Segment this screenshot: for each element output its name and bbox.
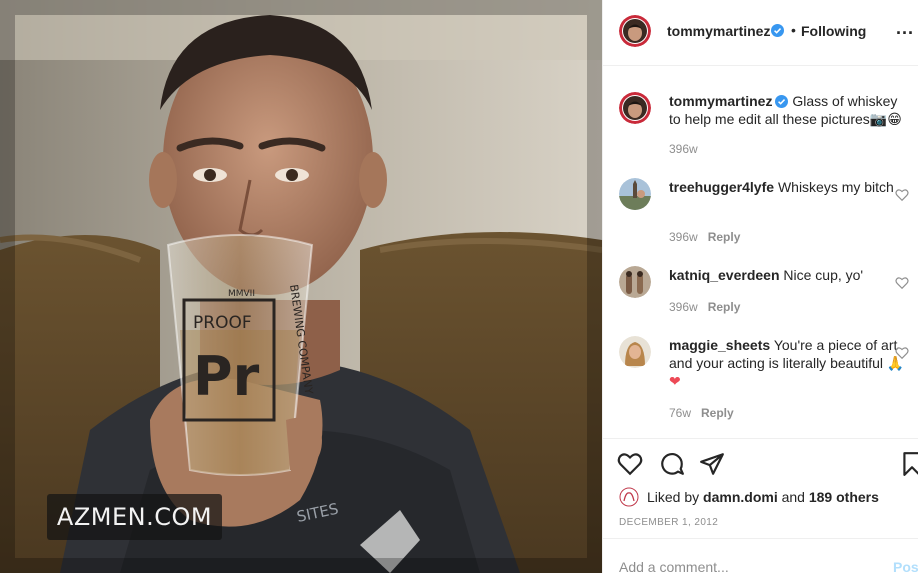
likes-summary: Liked by damn.domi and 189 others [619, 487, 879, 507]
liked-by-joiner: and [781, 489, 805, 505]
glass-roman-text: MMVII [228, 289, 255, 299]
like-comment-heart-icon[interactable] [895, 276, 909, 290]
comment-meta: 396w Reply [669, 300, 740, 314]
post-actions: Liked by damn.domi and 189 others DECEMB… [603, 438, 918, 538]
glass-brand-text: PROOF [193, 313, 252, 333]
caption-emoji: 📷😁 [869, 111, 902, 127]
save-bookmark-icon[interactable] [899, 451, 918, 477]
caption-username[interactable]: tommymartinez [669, 93, 772, 109]
watermark: AZMEN.COM [47, 494, 222, 540]
like-comment-heart-icon[interactable] [895, 346, 909, 360]
header-separator: • [791, 22, 796, 38]
like-comment-heart-icon[interactable] [895, 188, 909, 202]
author-username[interactable]: tommymartinez [667, 23, 770, 39]
comment-age: 396w [669, 230, 698, 244]
comment-age: 396w [669, 300, 698, 314]
caption-age: 396w [669, 142, 698, 156]
post-photo[interactable]: PROOF Pr MMVII BREWING COMPANY SITES AZM… [0, 0, 602, 573]
verified-badge-icon [775, 95, 789, 108]
caption-avatar[interactable] [619, 92, 651, 124]
add-comment-input[interactable]: Add a comment... [619, 559, 729, 573]
comments-list: tommymartinez Glass of whiskey to help m… [603, 67, 918, 438]
post-header: tommymartinez • Following ... [603, 0, 918, 66]
commenter-avatar[interactable] [619, 178, 651, 210]
caption-text-block: tommymartinez Glass of whiskey to help m… [669, 92, 911, 128]
comment-age: 76w [669, 406, 692, 420]
liked-by-prefix: Liked by [647, 489, 700, 505]
post-photo-illustration: PROOF Pr MMVII BREWING COMPANY SITES [0, 0, 602, 573]
comment-bubble-icon[interactable] [659, 451, 685, 477]
post-side-panel: tommymartinez • Following ... tommymarti… [602, 0, 918, 573]
reply-button[interactable]: Reply [701, 406, 734, 420]
comment-meta: 396w Reply [669, 230, 740, 244]
liker-avatar[interactable] [619, 487, 639, 507]
caption-meta: 396w [669, 142, 698, 156]
add-comment-bar: Add a comment... Post [603, 538, 918, 573]
commenter-avatar[interactable] [619, 266, 651, 298]
post-comment-button[interactable]: Post [893, 559, 918, 573]
post-date[interactable]: DECEMBER 1, 2012 [619, 517, 718, 528]
comment-text: Whiskeys my bitch [777, 179, 894, 195]
liked-by-user[interactable]: damn.domi [703, 489, 778, 505]
following-button[interactable]: Following [801, 23, 866, 39]
comment-meta: 76w Reply [669, 406, 734, 420]
share-paper-plane-icon[interactable] [699, 451, 725, 477]
like-heart-icon[interactable] [617, 451, 643, 477]
comment-heart-emoji: ❤ [669, 373, 681, 389]
verified-badge-icon [771, 24, 784, 37]
author-avatar[interactable] [619, 15, 651, 47]
liked-by-others[interactable]: 189 others [809, 489, 879, 505]
comment-text-block: maggie_sheets You're a piece of art and … [669, 336, 911, 390]
reply-button[interactable]: Reply [708, 230, 741, 244]
commenter-username[interactable]: maggie_sheets [669, 337, 770, 353]
comment-text-block: treehugger4lyfe Whiskeys my bitch [669, 178, 911, 196]
glass-logo-text: Pr [193, 345, 260, 408]
comment-text-block: katniq_everdeen Nice cup, yo' [669, 266, 911, 284]
commenter-username[interactable]: katniq_everdeen [669, 267, 780, 283]
commenter-avatar[interactable] [619, 336, 651, 368]
reply-button[interactable]: Reply [708, 300, 741, 314]
commenter-username[interactable]: treehugger4lyfe [669, 179, 774, 195]
comment-text: Nice cup, yo' [783, 267, 864, 283]
more-options-icon[interactable]: ... [896, 18, 914, 39]
